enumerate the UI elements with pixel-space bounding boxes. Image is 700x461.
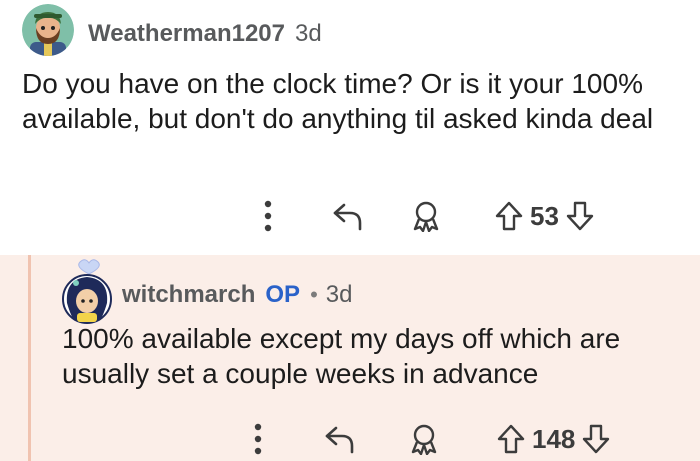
comment-age: 3d bbox=[295, 20, 322, 47]
downvote-icon[interactable] bbox=[565, 200, 595, 232]
more-options-icon[interactable] bbox=[248, 423, 268, 455]
thread-line[interactable] bbox=[28, 255, 31, 461]
comment-actions: 53 bbox=[258, 200, 595, 232]
comment-meta: witchmarch OP • 3d bbox=[122, 281, 352, 309]
upvote-icon[interactable] bbox=[494, 200, 524, 232]
comment-age: 3d bbox=[325, 281, 353, 308]
witch-character-avatar-icon[interactable] bbox=[62, 259, 112, 324]
comment-body: Do you have on the clock time? Or is it … bbox=[22, 68, 654, 134]
more-options-icon[interactable] bbox=[258, 200, 278, 232]
comment-meta: Weatherman1207 3d bbox=[88, 20, 322, 48]
reply-comment: witchmarch OP • 3d 100% available except… bbox=[0, 255, 700, 461]
meta-separator: • bbox=[310, 282, 318, 307]
bearded-character-avatar-icon[interactable] bbox=[22, 4, 74, 56]
award-icon[interactable] bbox=[408, 423, 440, 455]
downvote-icon[interactable] bbox=[581, 423, 611, 455]
comment: Weatherman1207 3d Do you have on the clo… bbox=[0, 0, 700, 255]
vote-count: 148 bbox=[532, 423, 576, 454]
comment-body: 100% available except my days off which … bbox=[62, 323, 621, 389]
op-badge: OP bbox=[265, 281, 301, 308]
username[interactable]: Weatherman1207 bbox=[88, 20, 285, 48]
username[interactable]: witchmarch bbox=[122, 281, 255, 309]
upvote-icon[interactable] bbox=[496, 423, 526, 455]
comment-actions: 148 bbox=[248, 423, 611, 455]
award-icon[interactable] bbox=[410, 200, 442, 232]
reply-icon[interactable] bbox=[324, 424, 356, 454]
vote-count: 53 bbox=[530, 200, 559, 231]
reply-icon[interactable] bbox=[332, 201, 364, 231]
